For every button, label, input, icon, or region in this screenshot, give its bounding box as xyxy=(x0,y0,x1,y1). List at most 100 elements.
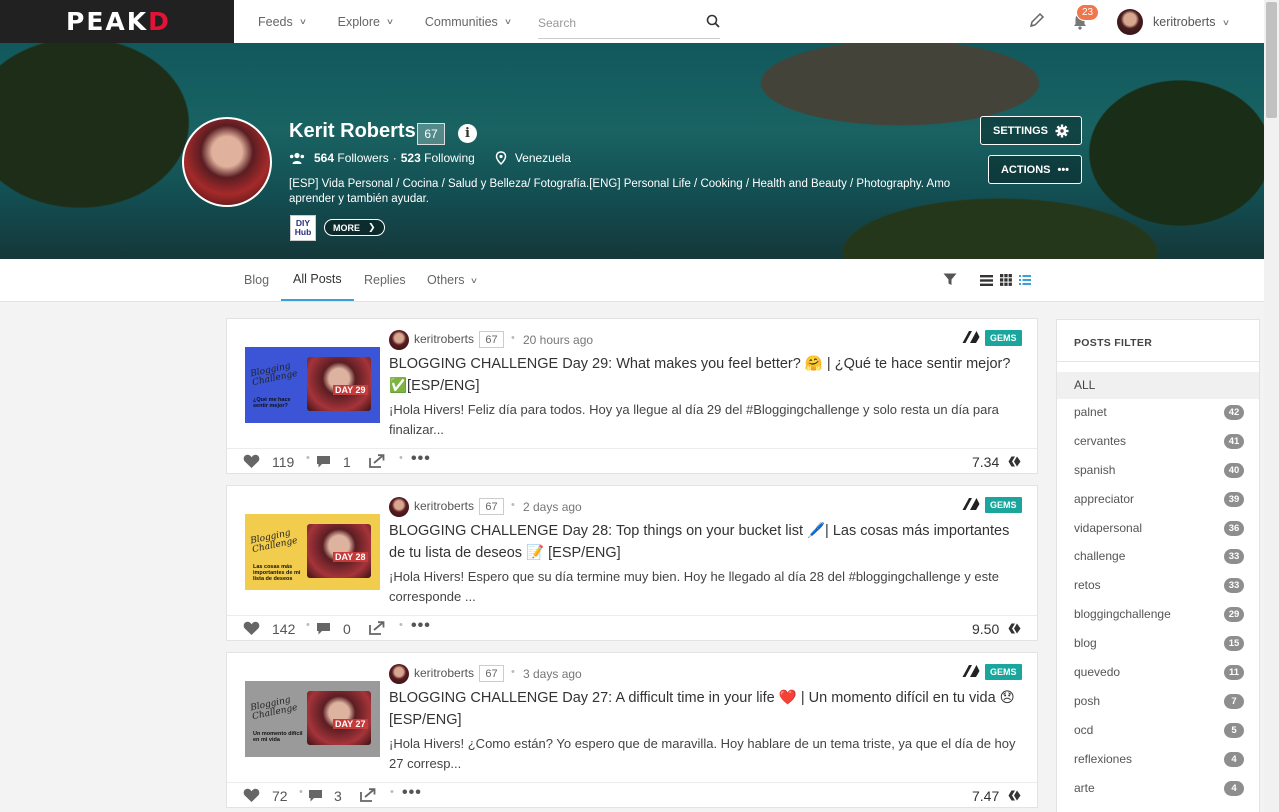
vote-count[interactable]: 119 xyxy=(272,454,294,470)
filter-tag-item[interactable]: challenge 33 xyxy=(1057,543,1259,572)
menu-communities[interactable]: Communities ∨ xyxy=(425,15,512,29)
reblog-icon[interactable] xyxy=(369,454,385,468)
filter-tag-item[interactable]: palnet 42 xyxy=(1057,399,1259,428)
community-badge[interactable]: GEMS xyxy=(985,664,1022,680)
post-thumbnail[interactable]: Blogging Challenge Un momento difícil en… xyxy=(245,681,380,757)
post-thumbnail[interactable]: Blogging Challenge ¿Qué me hace sentir m… xyxy=(245,347,380,423)
filter-tag-item[interactable]: bloggingchallenge 29 xyxy=(1057,601,1259,630)
scrollbar-thumb[interactable] xyxy=(1266,2,1277,118)
post-time[interactable]: 2 days ago xyxy=(523,500,582,514)
author-avatar[interactable] xyxy=(389,330,409,350)
tab-blog[interactable]: Blog xyxy=(244,259,269,301)
comment-count[interactable]: 1 xyxy=(343,454,351,470)
author-reputation: 67 xyxy=(479,665,504,682)
user-menu[interactable]: keritroberts ∨ xyxy=(1153,15,1230,29)
filter-tag-item[interactable]: spanish 40 xyxy=(1057,457,1259,486)
filter-tag-count: 4 xyxy=(1224,780,1244,796)
vote-count[interactable]: 72 xyxy=(272,788,288,804)
post-excerpt[interactable]: ¡Hola Hivers! ¿Como están? Yo espero que… xyxy=(389,734,1024,774)
more-options-icon[interactable]: ••• xyxy=(411,617,431,635)
post-title[interactable]: BLOGGING CHALLENGE Day 28: Top things on… xyxy=(389,520,1019,564)
filter-all[interactable]: ALL xyxy=(1057,372,1259,399)
post-payout[interactable]: 7.47 xyxy=(972,788,999,804)
comment-icon[interactable] xyxy=(316,622,331,635)
filter-tag-item[interactable]: vidapersonal 36 xyxy=(1057,515,1259,544)
post-excerpt[interactable]: ¡Hola Hivers! Espero que su día termine … xyxy=(389,567,1024,607)
following-label[interactable]: Following xyxy=(424,151,475,165)
comment-count[interactable]: 0 xyxy=(343,621,351,637)
comment-icon[interactable] xyxy=(316,455,331,468)
filter-tag-item[interactable]: appreciator 39 xyxy=(1057,486,1259,515)
search-icon[interactable] xyxy=(706,14,720,28)
filter-icon[interactable] xyxy=(943,273,957,286)
more-options-icon[interactable]: ••• xyxy=(411,450,431,468)
reblog-icon[interactable] xyxy=(360,788,376,802)
settings-button[interactable]: SETTINGS xyxy=(980,116,1082,145)
filter-tag-item[interactable]: quevedo 11 xyxy=(1057,659,1259,688)
post-payout[interactable]: 9.50 xyxy=(972,621,999,637)
author-avatar[interactable] xyxy=(389,497,409,517)
author-avatar[interactable] xyxy=(389,664,409,684)
info-icon[interactable]: i xyxy=(458,124,477,143)
compact-list-icon[interactable] xyxy=(1019,275,1031,285)
filter-tag-item[interactable]: blog 15 xyxy=(1057,630,1259,659)
post-title[interactable]: BLOGGING CHALLENGE Day 27: A difficult t… xyxy=(389,687,1019,731)
post-card[interactable]: Blogging Challenge Un momento difícil en… xyxy=(226,652,1038,808)
filter-tag-item[interactable]: cervantes 41 xyxy=(1057,428,1259,457)
scrollbar[interactable] xyxy=(1264,0,1279,812)
filter-tag-label: posh xyxy=(1074,693,1101,708)
post-payout[interactable]: 7.34 xyxy=(972,454,999,470)
more-button[interactable]: MORE ❯ xyxy=(324,219,385,236)
followers-count[interactable]: 564 xyxy=(314,151,334,165)
filter-tag-item[interactable]: reflexiones 4 xyxy=(1057,746,1259,775)
main-menu: Feeds ∨ Explore ∨ Communities ∨ xyxy=(234,0,543,43)
post-card[interactable]: Blogging Challenge ¿Qué me hace sentir m… xyxy=(226,318,1038,474)
post-title[interactable]: BLOGGING CHALLENGE Day 29: What makes yo… xyxy=(389,353,1019,397)
post-author[interactable]: keritroberts xyxy=(414,332,474,346)
heart-icon[interactable] xyxy=(243,621,260,636)
diyhub-badge[interactable]: DIY Hub xyxy=(290,215,316,241)
following-count[interactable]: 523 xyxy=(401,151,421,165)
community-badge[interactable]: GEMS xyxy=(985,330,1022,346)
heart-icon[interactable] xyxy=(243,454,260,469)
chevron-down-icon: ∨ xyxy=(298,17,307,26)
profile-avatar[interactable] xyxy=(182,117,272,207)
comment-count[interactable]: 3 xyxy=(334,788,342,804)
post-thumbnail[interactable]: Blogging Challenge Las cosas más importa… xyxy=(245,514,380,590)
grid-view-icon[interactable] xyxy=(1000,274,1012,286)
pencil-icon[interactable] xyxy=(1029,12,1045,28)
peakd-logo[interactable]: PEAK D xyxy=(0,0,234,43)
search-input[interactable] xyxy=(538,15,688,30)
meta-separator: • xyxy=(511,666,515,678)
reblog-icon[interactable] xyxy=(369,621,385,635)
author-reputation: 67 xyxy=(479,498,504,515)
vote-count[interactable]: 142 xyxy=(272,621,295,637)
menu-explore[interactable]: Explore ∨ xyxy=(338,15,394,29)
heart-icon[interactable] xyxy=(243,788,260,803)
menu-feeds[interactable]: Feeds ∨ xyxy=(258,15,307,29)
meta-separator: • xyxy=(511,499,515,511)
filter-tag-item[interactable]: ocd 5 xyxy=(1057,717,1259,746)
filter-tag-item[interactable]: retos 33 xyxy=(1057,572,1259,601)
followers-label[interactable]: Followers xyxy=(337,151,388,165)
tab-all-posts[interactable]: All Posts xyxy=(281,259,354,301)
post-excerpt[interactable]: ¡Hola Hivers! Feliz día para todos. Hoy … xyxy=(389,400,1024,440)
tab-replies[interactable]: Replies xyxy=(364,259,406,301)
post-card[interactable]: Blogging Challenge Las cosas más importa… xyxy=(226,485,1038,641)
post-footer: 119 • 1 • ••• 7.34 xyxy=(227,448,1037,474)
user-avatar[interactable] xyxy=(1117,9,1143,35)
more-options-icon[interactable]: ••• xyxy=(402,784,422,802)
filter-tag-label: blog xyxy=(1074,636,1097,651)
post-author[interactable]: keritroberts xyxy=(414,499,474,513)
tab-others[interactable]: Others ∨ xyxy=(427,259,478,301)
list-view-icon[interactable] xyxy=(980,274,993,286)
post-author[interactable]: keritroberts xyxy=(414,666,474,680)
community-badge[interactable]: GEMS xyxy=(985,497,1022,513)
comment-icon[interactable] xyxy=(308,789,323,802)
post-time[interactable]: 20 hours ago xyxy=(523,333,593,347)
view-mode-switcher xyxy=(980,274,1031,286)
filter-tag-item[interactable]: arte 4 xyxy=(1057,775,1259,804)
post-time[interactable]: 3 days ago xyxy=(523,667,582,681)
filter-tag-item[interactable]: posh 7 xyxy=(1057,688,1259,717)
actions-button[interactable]: ACTIONS ••• xyxy=(988,155,1082,184)
